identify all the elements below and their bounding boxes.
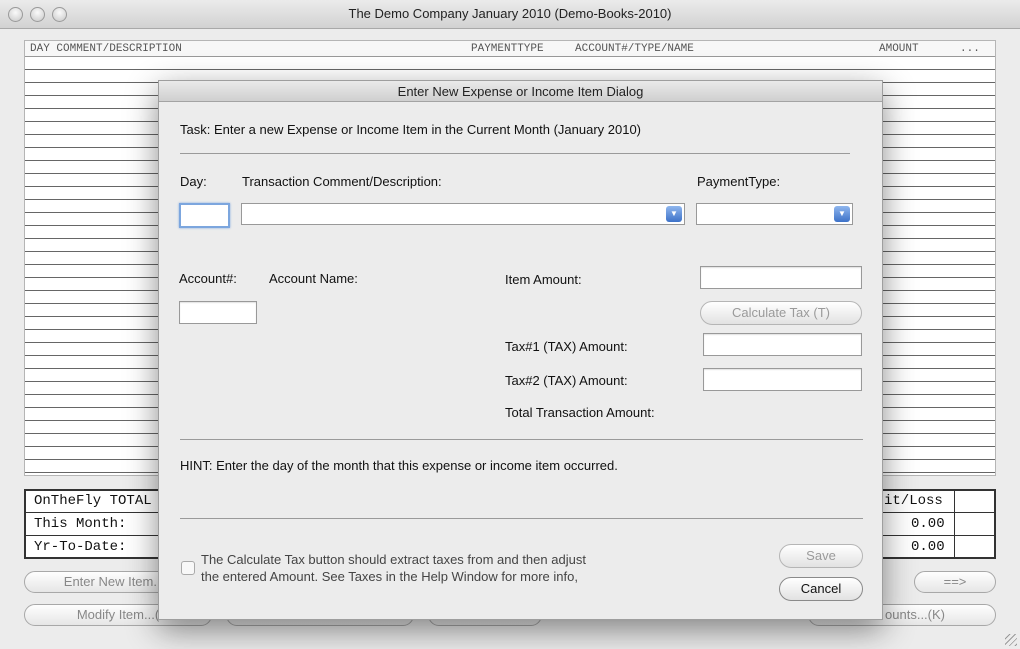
- checkbox-text-line1: The Calculate Tax button should extract …: [201, 552, 586, 567]
- tax1-label: Tax#1 (TAX) Amount:: [505, 339, 628, 354]
- account-input[interactable]: [179, 301, 257, 324]
- day-label: Day:: [180, 174, 207, 189]
- tax2-label: Tax#2 (TAX) Amount:: [505, 373, 628, 388]
- totals-header-right: it/Loss: [884, 493, 943, 509]
- column-header-amount: AMOUNT: [879, 43, 919, 55]
- dialog-title: Enter New Expense or Income Item Dialog: [159, 81, 882, 102]
- comment-combo[interactable]: ▼: [241, 203, 685, 225]
- window-title: The Demo Company January 2010 (Demo-Book…: [348, 6, 672, 21]
- separator: [180, 439, 863, 440]
- item-amount-input[interactable]: [700, 266, 862, 289]
- yr-to-date-label: Yr-To-Date:: [34, 539, 127, 555]
- hint-text: HINT: Enter the day of the month that th…: [180, 458, 618, 473]
- day-input[interactable]: [179, 203, 230, 228]
- this-month-value: 0.00: [911, 516, 945, 532]
- calculate-tax-button[interactable]: Calculate Tax (T): [700, 301, 862, 325]
- total-transaction-label: Total Transaction Amount:: [505, 405, 655, 420]
- paymenttype-combo[interactable]: ▼: [696, 203, 853, 225]
- column-header-description: DAY COMMENT/DESCRIPTION: [30, 43, 182, 55]
- item-amount-label: Item Amount:: [505, 272, 582, 287]
- tax2-input[interactable]: [703, 368, 862, 391]
- save-button[interactable]: Save: [779, 544, 863, 568]
- totals-header-left: OnTheFly TOTAL: [34, 493, 152, 509]
- paymenttype-label: PaymentType:: [697, 174, 781, 189]
- column-header-account: ACCOUNT#/TYPE/NAME: [575, 43, 694, 55]
- task-text: Task: Enter a new Expense or Income Item…: [180, 122, 642, 137]
- separator: [180, 153, 850, 154]
- this-month-label: This Month:: [34, 516, 127, 532]
- cancel-button[interactable]: Cancel: [779, 577, 863, 601]
- ledger-header: DAY COMMENT/DESCRIPTION PAYMENTTYPE ACCO…: [25, 41, 995, 57]
- account-name-label: Account Name:: [269, 271, 358, 286]
- separator: [180, 518, 863, 519]
- account-label: Account#:: [179, 271, 237, 286]
- enter-item-dialog: Enter New Expense or Income Item Dialog …: [158, 80, 883, 620]
- title-bar: The Demo Company January 2010 (Demo-Book…: [0, 0, 1020, 29]
- calculate-tax-checkbox[interactable]: [181, 561, 195, 575]
- checkbox-text-line2: the entered Amount. See Taxes in the Hel…: [201, 569, 578, 584]
- resize-grip-icon[interactable]: [1005, 634, 1017, 646]
- column-header-more: ...: [960, 43, 980, 55]
- dropdown-arrow-icon[interactable]: ▼: [666, 206, 682, 222]
- next-button[interactable]: ==>: [914, 571, 996, 593]
- dropdown-arrow-icon[interactable]: ▼: [834, 206, 850, 222]
- comment-label: Transaction Comment/Description:: [242, 174, 442, 189]
- column-header-paymenttype: PAYMENTTYPE: [471, 43, 544, 55]
- tax1-input[interactable]: [703, 333, 862, 356]
- yr-to-date-value: 0.00: [911, 539, 945, 555]
